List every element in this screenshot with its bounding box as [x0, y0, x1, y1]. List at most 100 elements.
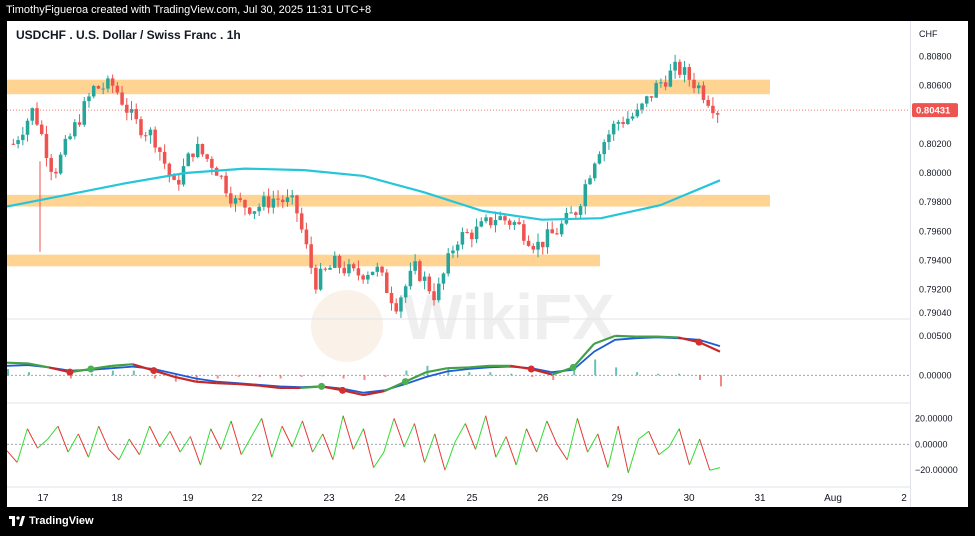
price-tick-label: 0.79400: [919, 255, 952, 265]
screenshot-frame: TimothyFigueroa created with TradingView…: [0, 0, 975, 536]
osc-segment: [587, 433, 599, 453]
osc-segment: [505, 436, 517, 466]
price-tick-label: 0.80600: [919, 80, 952, 90]
candle-body: [626, 118, 630, 125]
candle-body: [82, 101, 87, 125]
chart-panel[interactable]: WikiFX 17 18 19 22 23 24 25 26 29 30 31 Aug 2: [6, 21, 910, 507]
tradingview-logo[interactable]: TradingView: [9, 515, 94, 527]
macd-histogram-bar: [90, 373, 93, 376]
candle-body: [540, 241, 545, 248]
osc-segment: [16, 428, 28, 463]
candle-body: [470, 232, 474, 240]
candle-body: [39, 124, 44, 135]
macd-cross-dot: [318, 382, 326, 390]
candle-body: [455, 244, 460, 251]
osc-segment: [210, 428, 222, 450]
chart-canvas[interactable]: WikiFX 17 18 19 22 23 24 25 26 29 30 31 Aug 2: [6, 21, 910, 507]
osc-segment: [169, 431, 181, 453]
osc-segment: [363, 428, 375, 468]
candle-body: [129, 109, 134, 113]
macd-line-segment: [615, 334, 637, 338]
macd-tick-label: 0.00500: [919, 331, 952, 341]
candle-body: [247, 207, 252, 214]
candle-body: [659, 82, 663, 84]
macd-histogram-bar: [384, 375, 387, 377]
candle-body: [692, 79, 696, 89]
resistance-zones: [7, 79, 770, 267]
osc-segment: [515, 428, 527, 466]
candle-body: [437, 283, 441, 301]
right-edge: [968, 21, 975, 507]
price-tick-label: 0.79800: [919, 197, 952, 207]
macd-histogram-bar: [636, 372, 639, 376]
candle-body: [333, 255, 337, 268]
macd-histogram-bar: [531, 375, 534, 377]
macd-histogram-bar: [153, 375, 156, 379]
candle-body: [375, 266, 380, 272]
macd-histogram-bar: [489, 372, 492, 376]
osc-segment: [556, 444, 568, 461]
candle-body: [569, 212, 573, 214]
candle-body: [507, 220, 512, 225]
macd-histogram-bar: [657, 373, 660, 376]
macd-cross-dot: [401, 378, 409, 386]
candle-body: [522, 224, 526, 241]
candle-body: [106, 78, 110, 89]
candle-body: [451, 250, 455, 254]
candle-body: [498, 216, 502, 221]
candle-body: [44, 134, 49, 159]
time-tick-label: 31: [754, 493, 766, 504]
osc-tick-label: 0.00000: [915, 439, 948, 449]
candle-body: [347, 264, 351, 274]
candle-body: [678, 61, 682, 75]
macd-cross-dot: [339, 386, 347, 394]
osc-segment: [67, 433, 79, 453]
candle-body: [276, 198, 280, 200]
price-tick-label: 0.79040: [919, 308, 952, 318]
osc-segment: [200, 428, 212, 466]
macd-line-segment: [657, 335, 679, 339]
osc-segment: [26, 428, 39, 449]
candle-body: [63, 138, 68, 155]
moving-average: [6, 167, 721, 221]
osc-segment: [495, 436, 507, 458]
currency-label: CHF: [919, 29, 938, 39]
price-tick-label: 0.80000: [919, 168, 952, 178]
candle-body: [394, 303, 398, 312]
credit-line: TimothyFigueroa created with TradingView…: [6, 4, 372, 16]
time-tick-label: 23: [323, 493, 335, 504]
osc-segment: [454, 423, 466, 442]
candle-body: [399, 297, 403, 312]
candle-body: [318, 268, 323, 290]
candle-body: [219, 175, 224, 177]
macd-histogram-bar: [720, 375, 722, 387]
macd-histogram-bar: [216, 375, 219, 379]
candle-body: [200, 143, 205, 155]
candle-body: [262, 196, 266, 207]
candle-body: [366, 274, 370, 280]
price-tick-label: 0.80800: [919, 51, 952, 61]
candle-body: [578, 206, 583, 215]
candle-body: [474, 226, 479, 240]
osc-segment: [709, 467, 721, 471]
price-axis[interactable]: CHF 0.80800 0.80600 0.80200 0.80000 0.79800 0…: [910, 21, 969, 507]
osc-segment: [271, 425, 283, 458]
candle-body: [181, 166, 186, 185]
candle-body: [663, 82, 668, 87]
macd-line-segment: [111, 363, 133, 367]
candle-body: [11, 143, 16, 145]
osc-segment: [230, 420, 242, 455]
candle-body: [602, 142, 606, 155]
osc-segment: [118, 438, 130, 461]
candle-body: [512, 222, 517, 225]
osc-segment: [526, 428, 538, 453]
macd-histogram-bar: [300, 375, 303, 377]
osc-segment: [240, 436, 252, 455]
osc-segment: [434, 433, 446, 471]
candle-body: [16, 140, 20, 144]
candle-body: [413, 261, 417, 271]
candle-body: [21, 134, 25, 141]
macd-histogram-bar: [48, 375, 51, 377]
candle-body: [583, 184, 588, 207]
candle-body: [385, 272, 389, 293]
